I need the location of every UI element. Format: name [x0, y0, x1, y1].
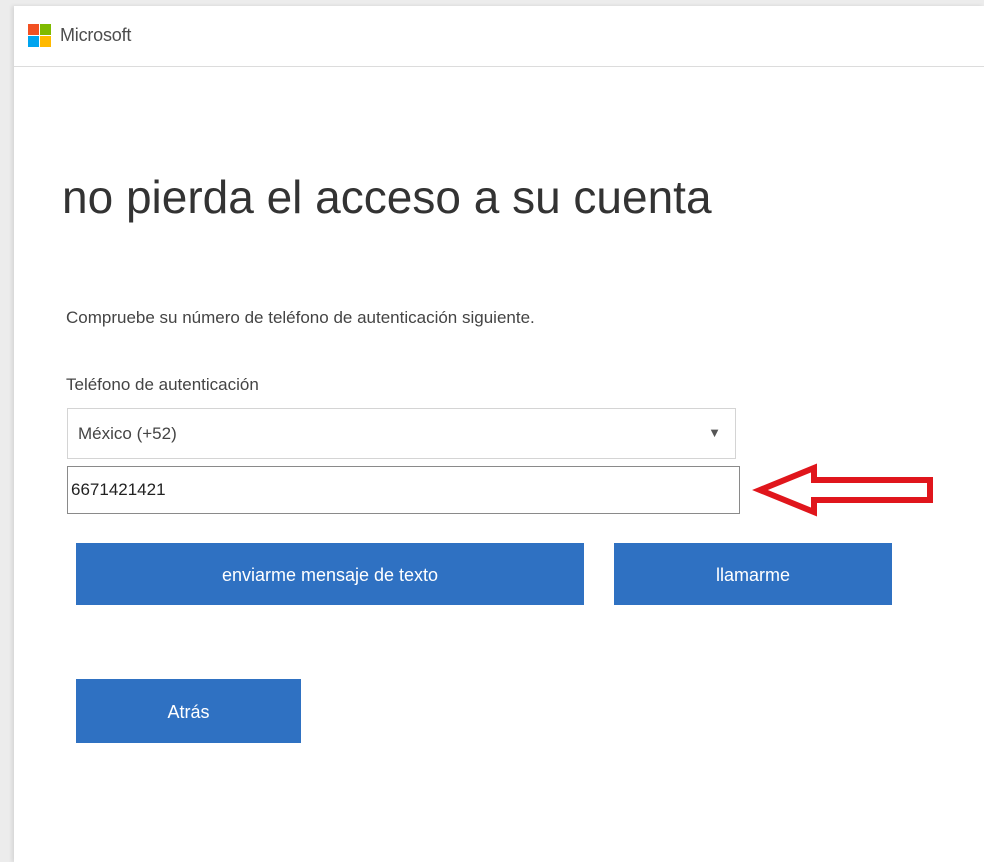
phone-field-label: Teléfono de autenticación [66, 375, 259, 394]
country-code-value: México (+52) [78, 424, 177, 443]
country-code-select[interactable]: México (+52) ▼ [67, 408, 736, 459]
microsoft-logo-icon [28, 24, 51, 47]
header-bar: Microsoft [14, 6, 984, 67]
phone-number-input[interactable] [67, 466, 740, 514]
page-title: no pierda el acceso a su cuenta [62, 171, 712, 223]
page-description: Compruebe su número de teléfono de auten… [66, 308, 535, 327]
brand-name: Microsoft [60, 25, 132, 45]
call-me-button[interactable]: llamarme [614, 543, 892, 605]
left-arrow-annotation-icon [752, 463, 933, 517]
chevron-down-icon: ▼ [708, 425, 721, 440]
signin-window: Microsoft no pierda el acceso a su cuent… [14, 6, 984, 862]
back-button[interactable]: Atrás [76, 679, 301, 743]
send-text-message-button[interactable]: enviarme mensaje de texto [76, 543, 584, 605]
